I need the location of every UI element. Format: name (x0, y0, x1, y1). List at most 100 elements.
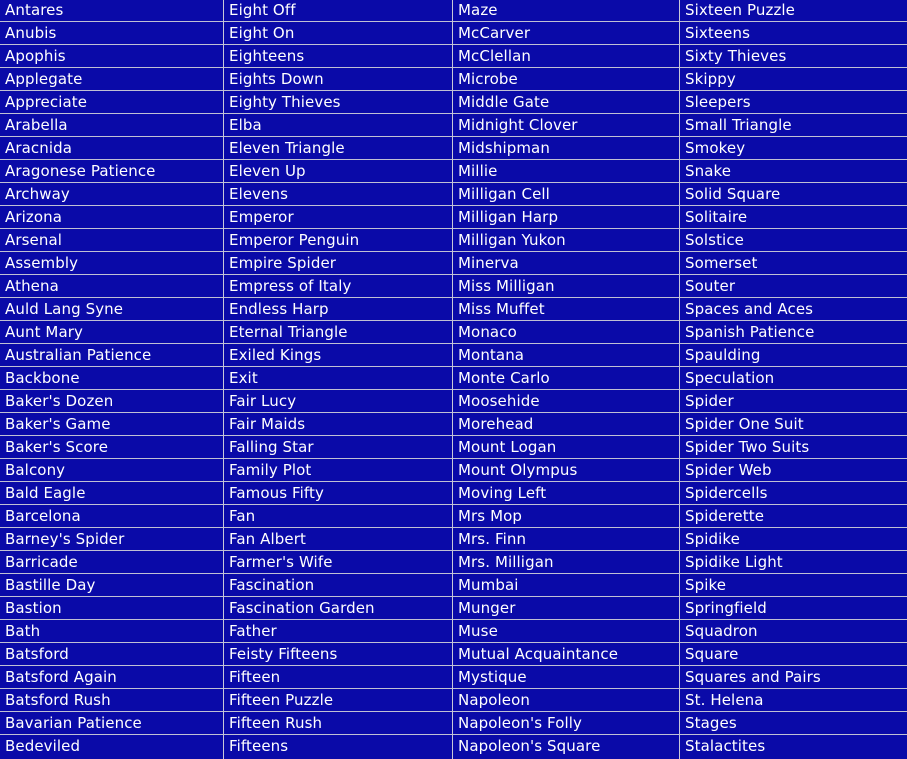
game-list-item[interactable]: Midnight Clover (453, 114, 679, 137)
game-list-item[interactable]: Sixteen Puzzle (680, 0, 907, 22)
game-list-item[interactable]: Feisty Fifteens (224, 643, 452, 666)
game-list-item[interactable]: Backbone (0, 367, 223, 390)
game-list-item[interactable]: Milligan Harp (453, 206, 679, 229)
game-list-item[interactable]: Bath (0, 620, 223, 643)
game-list-item[interactable]: Spider (680, 390, 907, 413)
game-list-item[interactable]: Empress of Italy (224, 275, 452, 298)
game-list-item[interactable]: Father (224, 620, 452, 643)
game-list-item[interactable]: Fascination (224, 574, 452, 597)
game-list-item[interactable]: Fair Lucy (224, 390, 452, 413)
game-list-item[interactable]: Bedeviled (0, 735, 223, 758)
game-list-item[interactable]: Millie (453, 160, 679, 183)
game-list-item[interactable]: Applegate (0, 68, 223, 91)
game-list-item[interactable]: Milligan Yukon (453, 229, 679, 252)
game-list-item[interactable]: Miss Muffet (453, 298, 679, 321)
game-list-item[interactable]: Elba (224, 114, 452, 137)
game-list-item[interactable]: Squares and Pairs (680, 666, 907, 689)
game-list-item[interactable]: Solstice (680, 229, 907, 252)
game-list-item[interactable]: Mount Olympus (453, 459, 679, 482)
game-list-item[interactable]: Snake (680, 160, 907, 183)
game-list-item[interactable]: Midshipman (453, 137, 679, 160)
game-list-item[interactable]: Mystique (453, 666, 679, 689)
game-list-item[interactable]: Assembly (0, 252, 223, 275)
game-list-item[interactable]: Australian Patience (0, 344, 223, 367)
game-list-item[interactable]: Monaco (453, 321, 679, 344)
game-list-item[interactable]: Baker's Dozen (0, 390, 223, 413)
game-list-item[interactable]: Endless Harp (224, 298, 452, 321)
game-list-item[interactable]: Spider One Suit (680, 413, 907, 436)
game-list-item[interactable]: McCarver (453, 22, 679, 45)
game-list-item[interactable]: Mrs. Finn (453, 528, 679, 551)
game-list-item[interactable]: Miss Milligan (453, 275, 679, 298)
game-list-item[interactable]: Apophis (0, 45, 223, 68)
game-list-item[interactable]: Spider Web (680, 459, 907, 482)
game-list-item[interactable]: Eights Down (224, 68, 452, 91)
game-list-item[interactable]: St. Helena (680, 689, 907, 712)
game-list-item[interactable]: Bastille Day (0, 574, 223, 597)
game-list-item[interactable]: Batsford Rush (0, 689, 223, 712)
game-list-item[interactable]: Balcony (0, 459, 223, 482)
game-list-item[interactable]: Spaulding (680, 344, 907, 367)
game-list-item[interactable]: Sixteens (680, 22, 907, 45)
game-list-item[interactable]: Mrs. Milligan (453, 551, 679, 574)
game-list-item[interactable]: Middle Gate (453, 91, 679, 114)
game-list-item[interactable]: Fan (224, 505, 452, 528)
game-list-item[interactable]: Souter (680, 275, 907, 298)
game-list-item[interactable]: Mount Logan (453, 436, 679, 459)
game-list-item[interactable]: Montana (453, 344, 679, 367)
game-list-item[interactable]: Springfield (680, 597, 907, 620)
game-list-item[interactable]: Eight Off (224, 0, 452, 22)
game-list-item[interactable]: Eternal Triangle (224, 321, 452, 344)
game-list-item[interactable]: Farmer's Wife (224, 551, 452, 574)
game-list-item[interactable]: Antares (0, 0, 223, 22)
game-list-item[interactable]: Solitaire (680, 206, 907, 229)
game-list-item[interactable]: Exit (224, 367, 452, 390)
game-list-item[interactable]: Appreciate (0, 91, 223, 114)
game-list-item[interactable]: Anubis (0, 22, 223, 45)
game-list-item[interactable]: Famous Fifty (224, 482, 452, 505)
game-list-item[interactable]: Fifteen Rush (224, 712, 452, 735)
game-list-item[interactable]: Fair Maids (224, 413, 452, 436)
game-list-item[interactable]: Minerva (453, 252, 679, 275)
game-list-item[interactable]: Skippy (680, 68, 907, 91)
game-list-item[interactable]: Squadron (680, 620, 907, 643)
game-list-item[interactable]: Archway (0, 183, 223, 206)
game-list-item[interactable]: Athena (0, 275, 223, 298)
game-list-item[interactable]: Eleven Up (224, 160, 452, 183)
game-list-item[interactable]: Falling Star (224, 436, 452, 459)
game-list-item[interactable]: Sleepers (680, 91, 907, 114)
game-list-item[interactable]: Sixty Thieves (680, 45, 907, 68)
game-list-item[interactable]: Aunt Mary (0, 321, 223, 344)
game-list-item[interactable]: Fifteen Puzzle (224, 689, 452, 712)
game-list-item[interactable]: Monte Carlo (453, 367, 679, 390)
game-list-item[interactable]: Emperor Penguin (224, 229, 452, 252)
game-list-item[interactable]: Batsford Again (0, 666, 223, 689)
game-list-item[interactable]: Milligan Cell (453, 183, 679, 206)
game-list-item[interactable]: Eighty Thieves (224, 91, 452, 114)
game-list-item[interactable]: Napoleon's Square (453, 735, 679, 758)
game-list-item[interactable]: Barricade (0, 551, 223, 574)
game-list-item[interactable]: Aracnida (0, 137, 223, 160)
game-list-item[interactable]: Spider Two Suits (680, 436, 907, 459)
game-list-item[interactable]: Mumbai (453, 574, 679, 597)
game-list-item[interactable]: Emperor (224, 206, 452, 229)
game-list-item[interactable]: Small Triangle (680, 114, 907, 137)
game-list-item[interactable]: Maze (453, 0, 679, 22)
game-list-item[interactable]: Family Plot (224, 459, 452, 482)
game-list-item[interactable]: Fifteen (224, 666, 452, 689)
game-list-item[interactable]: Batsford (0, 643, 223, 666)
game-list-item[interactable]: Bavarian Patience (0, 712, 223, 735)
game-list-item[interactable]: Arsenal (0, 229, 223, 252)
game-list-item[interactable]: Moosehide (453, 390, 679, 413)
game-list-item[interactable]: Spaces and Aces (680, 298, 907, 321)
game-list-item[interactable]: Auld Lang Syne (0, 298, 223, 321)
game-list-item[interactable]: Eleven Triangle (224, 137, 452, 160)
game-list-item[interactable]: Barcelona (0, 505, 223, 528)
game-list-item[interactable]: Spiderette (680, 505, 907, 528)
game-list-item[interactable]: Spidike Light (680, 551, 907, 574)
game-list-item[interactable]: Bald Eagle (0, 482, 223, 505)
game-list-item[interactable]: Muse (453, 620, 679, 643)
game-list-item[interactable]: Eight On (224, 22, 452, 45)
game-list-item[interactable]: Barney's Spider (0, 528, 223, 551)
game-list-item[interactable]: Fascination Garden (224, 597, 452, 620)
